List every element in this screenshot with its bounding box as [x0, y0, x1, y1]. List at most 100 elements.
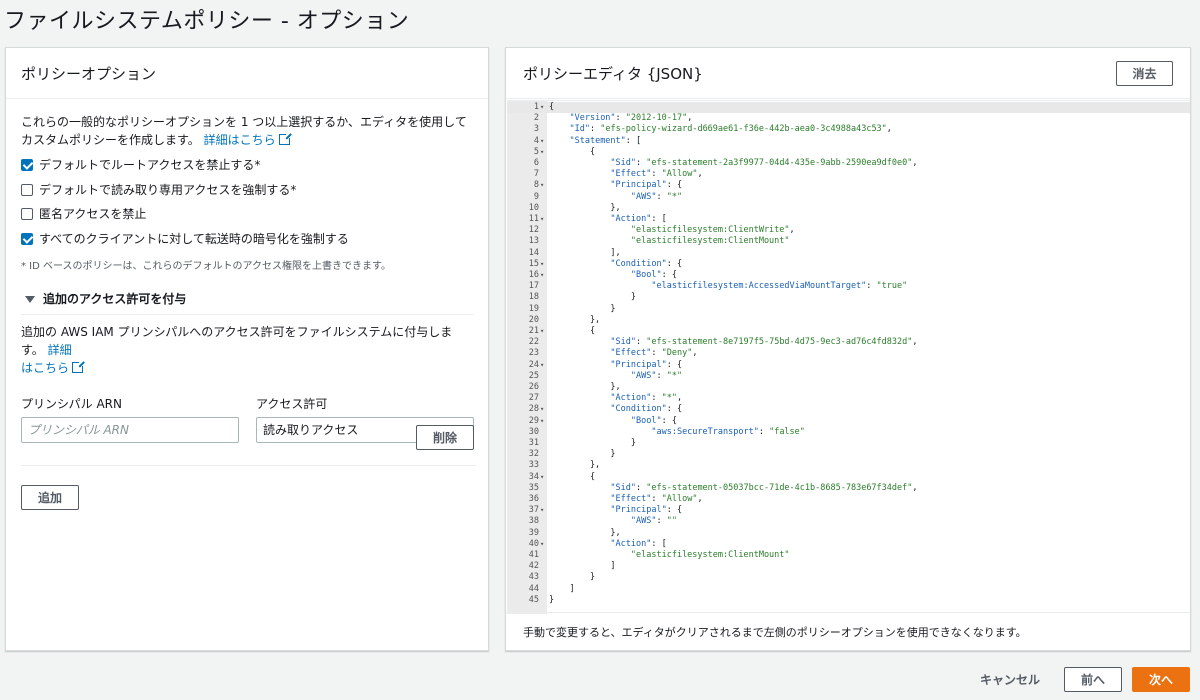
- learn-more-text: 詳細はこちら: [203, 133, 276, 147]
- line-number: 7: [533, 169, 539, 180]
- fold-toggle-icon[interactable]: ▾: [540, 505, 544, 516]
- learn-more-link[interactable]: 詳細はこちら: [203, 132, 292, 147]
- code-line: 5 ▾ {: [507, 147, 1190, 158]
- code-line: 11 ▾ "Action": [: [507, 214, 1190, 225]
- option-label: すべてのクライアントに対して転送時の暗号化を強制する: [39, 231, 349, 246]
- line-number: 14: [528, 247, 539, 258]
- code-line: 29 ▾ "Bool": {: [507, 416, 1190, 427]
- fold-toggle-icon[interactable]: ▾: [540, 416, 544, 427]
- editor-footer-note: 手動で変更すると、エディタがクリアされるまで左側のポリシーオプションを使用できな…: [506, 612, 1190, 650]
- checkbox-unchecked[interactable]: [21, 208, 33, 221]
- code-line: 40 ▾ "Action": [: [507, 539, 1190, 550]
- divider: [21, 465, 476, 466]
- line-number: 31: [528, 438, 539, 448]
- code-text: }: [549, 303, 616, 314]
- remove-button[interactable]: 削除: [416, 425, 474, 450]
- line-number: 18: [528, 292, 539, 303]
- fold-toggle-icon[interactable]: ▾: [540, 180, 544, 191]
- caret-down-icon: [25, 295, 35, 303]
- code-text: "Sid": "efs-statement-8e7197f5-75bd-4d75…: [610, 337, 918, 348]
- fold-toggle-icon[interactable]: ▾: [540, 136, 544, 147]
- code-text: },: [549, 202, 621, 213]
- policy-editor-title: ポリシーエディタ {JSON}: [523, 64, 703, 83]
- code-text: "Version": "2012-10-17",: [569, 113, 693, 124]
- line-number: 32: [528, 449, 539, 460]
- fold-toggle-icon[interactable]: ▾: [540, 147, 544, 158]
- line-number: 23: [528, 348, 539, 359]
- line-number: 34: [528, 471, 539, 482]
- line-number: 17: [528, 281, 539, 292]
- clear-button[interactable]: 消去: [1116, 60, 1173, 86]
- code-line: 17 "elasticfilesystem:AccessedViaMountTa…: [507, 281, 1190, 292]
- fold-toggle-icon[interactable]: ▾: [540, 270, 544, 281]
- policy-editor-panel: ポリシーエディタ {JSON} 消去 1 ▾{2 "Version": "2012…: [505, 47, 1191, 651]
- code-line: 25 "AWS": "*": [507, 371, 1190, 382]
- code-line: 16 ▾ "Bool": {: [507, 270, 1190, 281]
- code-line: 27 "Action": "*",: [507, 393, 1190, 404]
- code-line: 34 ▾ {: [507, 472, 1190, 483]
- code-line: 39 },: [507, 528, 1190, 539]
- code-line: 22 "Sid": "efs-statement-8e7197f5-75bd-4…: [507, 337, 1190, 348]
- code-line: 44 ]: [507, 584, 1190, 595]
- principal-arn-label: プリンシパル ARN: [21, 397, 122, 411]
- permission-label: アクセス許可: [256, 397, 328, 411]
- code-text: "Principal": {: [610, 359, 683, 370]
- code-line: 21 ▾ {: [507, 326, 1190, 337]
- line-number: 37: [528, 505, 539, 516]
- code-line: 8 ▾ "Principal": {: [507, 180, 1190, 191]
- previous-button[interactable]: 前へ: [1064, 667, 1122, 692]
- code-line: 7 "Effect": "Allow",: [507, 169, 1190, 180]
- fold-toggle-icon[interactable]: ▾: [540, 360, 544, 371]
- grant-permissions-title: 追加のアクセス許可を付与: [43, 292, 187, 306]
- external-link-icon: [278, 132, 292, 145]
- code-line: 20 },: [507, 315, 1190, 326]
- option-enforce-encryption[interactable]: すべてのクライアントに対して転送時の暗号化を強制する: [21, 227, 473, 252]
- code-text: "Condition": {: [610, 258, 683, 269]
- cancel-button[interactable]: キャンセル: [980, 671, 1040, 688]
- json-code-editor[interactable]: 1 ▾{2 "Version": "2012-10-17", 3 "Id": "ef…: [507, 100, 1190, 614]
- code-text: }: [549, 449, 616, 460]
- line-number: 1: [533, 102, 539, 112]
- fold-toggle-icon[interactable]: ▾: [540, 472, 544, 483]
- line-number: 45: [528, 594, 539, 605]
- principal-arn-input[interactable]: [21, 417, 239, 443]
- line-number: 43: [528, 572, 539, 583]
- line-number: 16: [528, 270, 539, 280]
- fold-toggle-icon[interactable]: ▾: [540, 404, 544, 415]
- checkbox-checked[interactable]: [21, 159, 33, 172]
- grant-permissions-expander[interactable]: 追加のアクセス許可を付与: [21, 290, 473, 315]
- code-text: ]: [549, 561, 616, 572]
- line-number: 41: [528, 550, 539, 560]
- line-number: 24: [528, 359, 539, 370]
- line-number: 33: [528, 460, 539, 471]
- code-line: 33 },: [507, 460, 1190, 471]
- fold-toggle-icon[interactable]: ▾: [540, 539, 544, 550]
- code-line: 4 ▾ "Statement": [: [507, 136, 1190, 147]
- fold-toggle-icon[interactable]: ▾: [540, 214, 544, 225]
- checkbox-checked[interactable]: [21, 232, 33, 245]
- code-text: "AWS": "*": [630, 191, 683, 202]
- next-button[interactable]: 次へ: [1132, 667, 1190, 692]
- code-text: }: [549, 594, 555, 605]
- code-line: 13 "elasticfilesystem:ClientMount": [507, 236, 1190, 247]
- fold-toggle-icon[interactable]: ▾: [540, 102, 544, 113]
- principal-arn-field: プリンシパル ARN: [21, 395, 239, 443]
- option-enforce-read-only[interactable]: デフォルトで読み取り専用アクセスを強制する*: [21, 178, 473, 203]
- fold-toggle-icon[interactable]: ▾: [540, 259, 544, 270]
- line-number: 9: [533, 191, 539, 202]
- code-line: 31 }: [507, 438, 1190, 449]
- code-line: 26 },: [507, 382, 1190, 393]
- fold-toggle-icon[interactable]: ▾: [540, 326, 544, 337]
- code-text: "Id": "efs-policy-wizard-d669ae61-f36e-4…: [569, 124, 892, 135]
- checkbox-unchecked[interactable]: [21, 183, 33, 196]
- code-text: "Sid": "efs-statement-05037bcc-71de-4c1b…: [610, 482, 918, 493]
- code-text: "elasticfilesystem:ClientMount": [630, 550, 790, 560]
- policy-options-description: これらの一般的なポリシーオプションを 1 つ以上選択するか、エディタを使用してカ…: [21, 113, 471, 149]
- code-text: ],: [549, 247, 621, 258]
- add-button[interactable]: 追加: [21, 485, 79, 510]
- code-line: 10 },: [507, 203, 1190, 214]
- line-number: 12: [528, 225, 539, 236]
- option-block-anonymous[interactable]: 匿名アクセスを禁止: [21, 202, 473, 227]
- option-block-root-access[interactable]: デフォルトでルートアクセスを禁止する*: [21, 153, 473, 178]
- line-number: 42: [528, 561, 539, 572]
